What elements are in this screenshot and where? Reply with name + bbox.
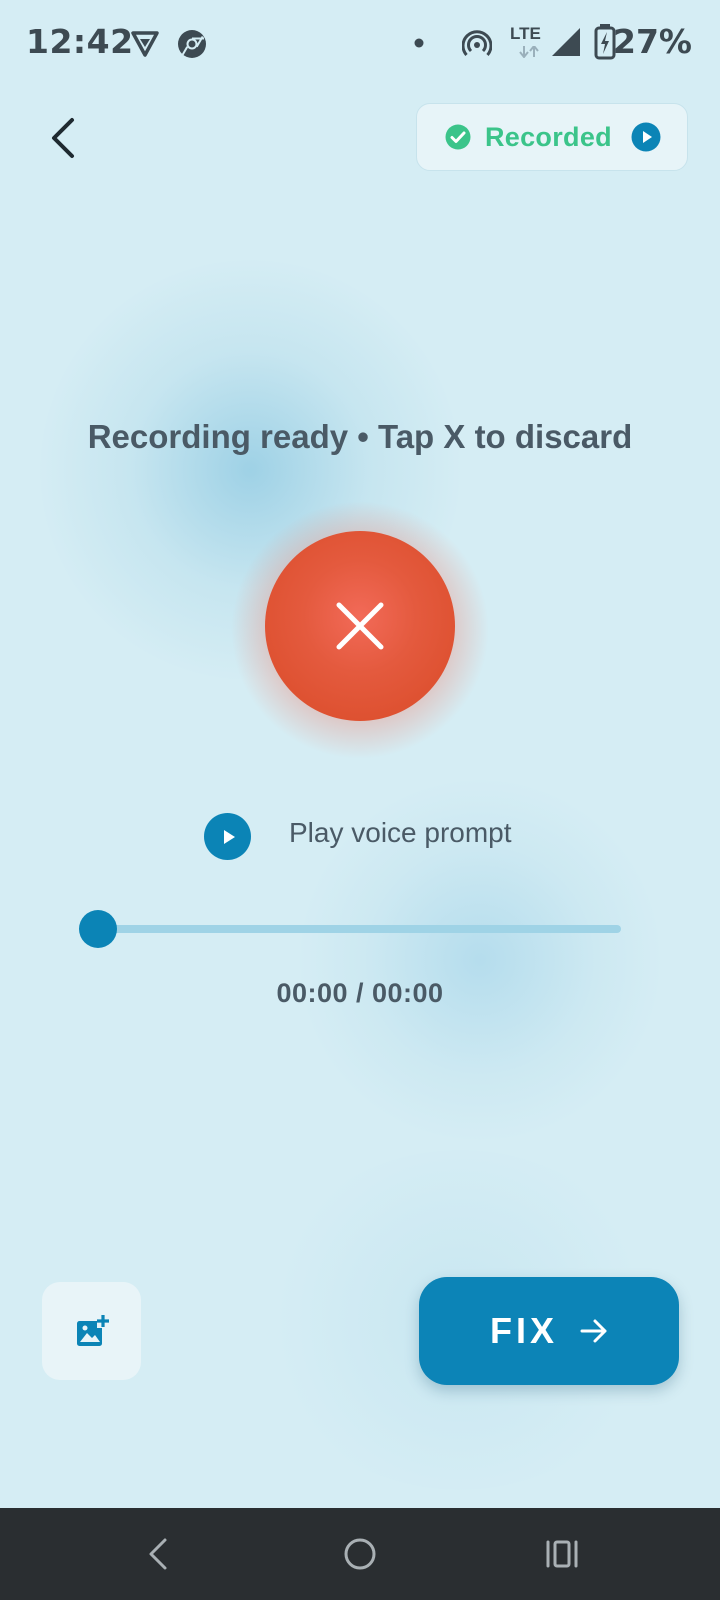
status-time: 12:42 xyxy=(26,22,134,61)
chevron-left-icon xyxy=(52,118,74,158)
lte-label: LTE xyxy=(510,24,541,43)
play-voice-prompt-label[interactable]: Play voice prompt xyxy=(289,817,512,849)
battery-percentage: 27% xyxy=(613,22,692,61)
recording-status-text: Recording ready • Tap X to discard xyxy=(87,418,633,455)
recorded-status-chip[interactable]: Recorded xyxy=(416,103,688,171)
hotspot-icon xyxy=(462,30,492,56)
fix-button-label: FIX xyxy=(489,1310,558,1351)
play-icon xyxy=(223,829,235,844)
nav-recents-button[interactable] xyxy=(542,1536,582,1572)
playback-time-readout: 00:00 / 00:00 xyxy=(276,978,444,1008)
nav-back-icon xyxy=(149,1538,167,1570)
nav-recents-icon xyxy=(546,1540,578,1568)
lte-icon xyxy=(519,46,539,58)
discard-recording-button[interactable] xyxy=(265,531,455,721)
play-circle-icon[interactable] xyxy=(631,122,661,152)
system-navigation-bar xyxy=(0,1508,720,1600)
status-bar: 12:42 LTE 27% xyxy=(0,0,720,84)
nav-home-button[interactable] xyxy=(340,1536,380,1572)
recorded-label: Recorded xyxy=(485,121,612,152)
play-voice-prompt-button[interactable] xyxy=(204,813,251,860)
arrow-right-icon xyxy=(580,1319,607,1343)
close-icon xyxy=(336,602,384,650)
playback-slider-track[interactable] xyxy=(98,925,621,933)
add-image-button[interactable] xyxy=(42,1282,141,1380)
dot-icon xyxy=(414,38,424,48)
nav-home-icon xyxy=(344,1538,376,1570)
nav-back-button[interactable] xyxy=(138,1536,178,1572)
back-button[interactable] xyxy=(38,110,88,166)
chrome-icon xyxy=(178,30,206,58)
fix-button[interactable]: FIX xyxy=(419,1277,679,1385)
playback-slider-thumb[interactable] xyxy=(79,910,117,948)
vpn-shield-icon xyxy=(131,31,159,57)
add-photo-icon xyxy=(76,1314,109,1346)
signal-icon xyxy=(552,28,580,56)
check-circle-icon xyxy=(445,124,471,150)
